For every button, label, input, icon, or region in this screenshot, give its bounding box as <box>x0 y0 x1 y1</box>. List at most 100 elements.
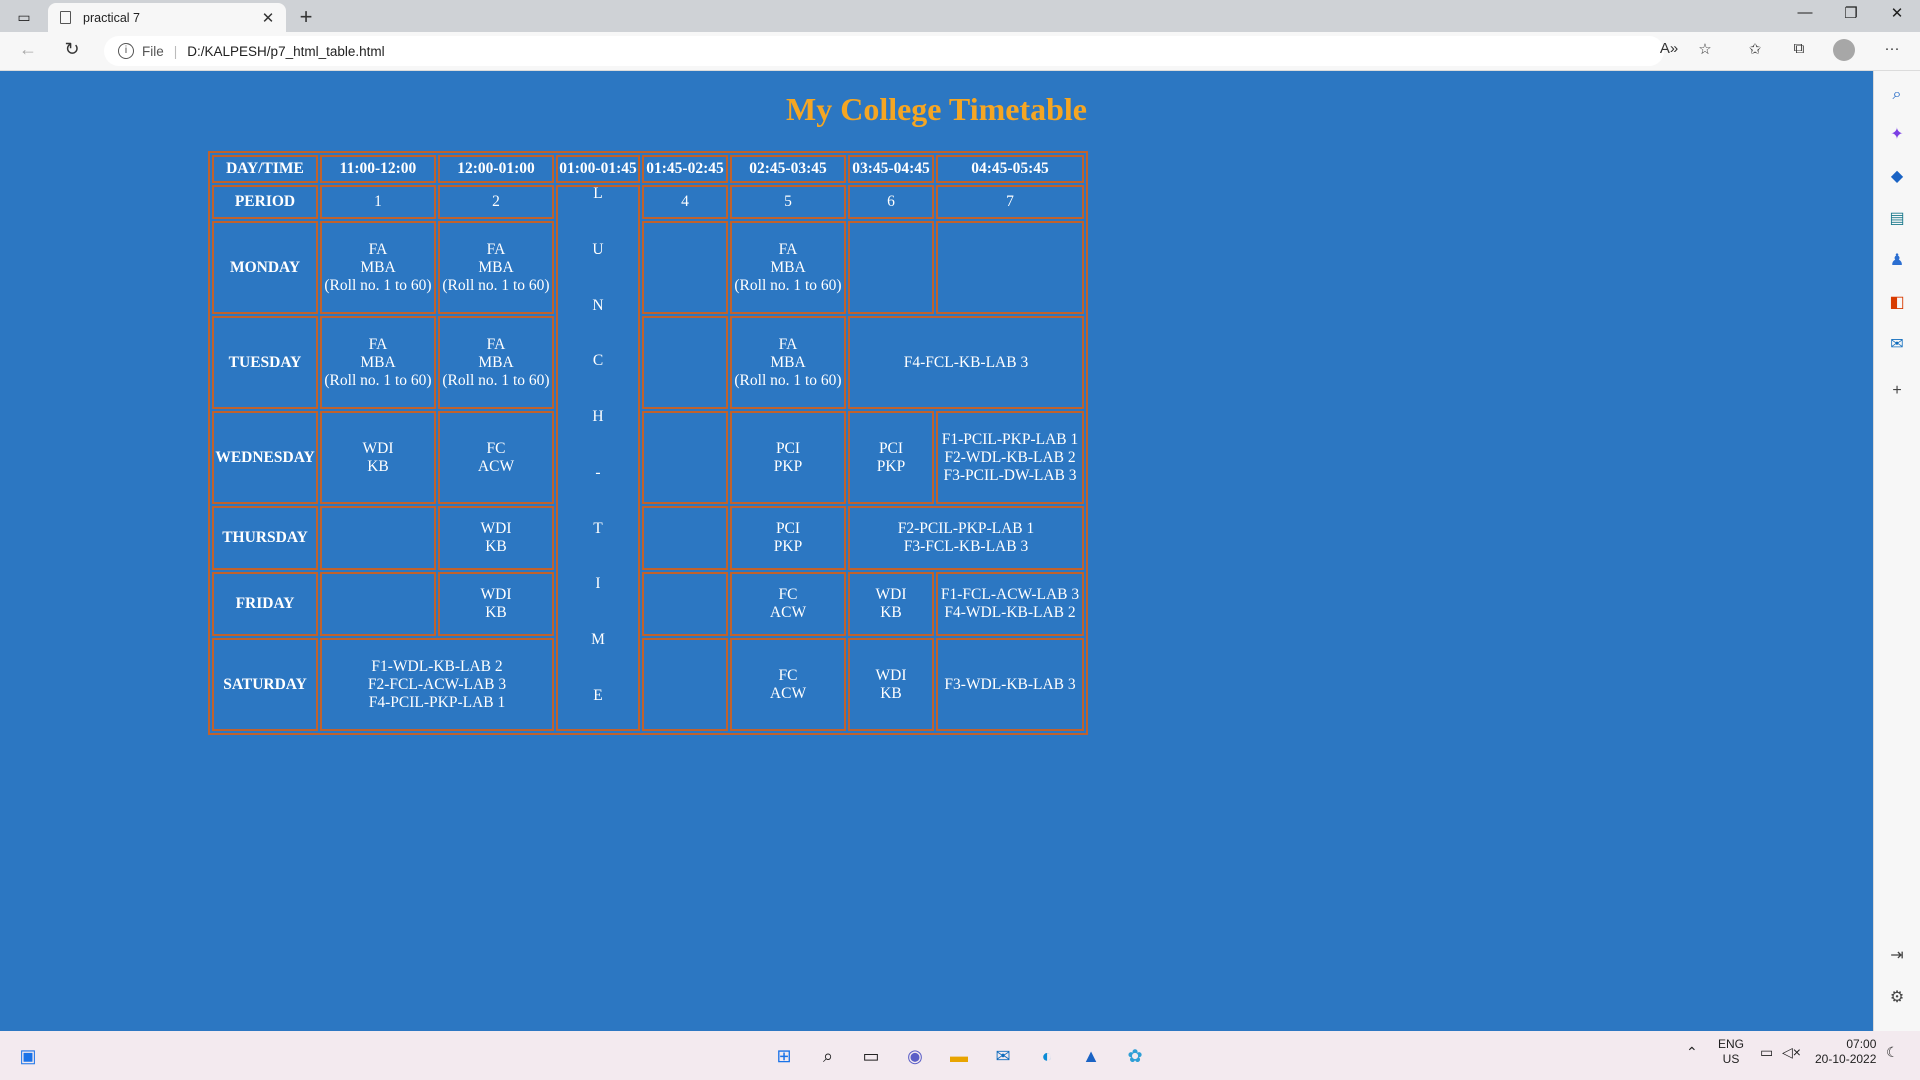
profile-avatar[interactable] <box>1833 39 1855 61</box>
add-favorite-icon[interactable]: ☆ <box>1692 40 1718 58</box>
wednesday-period-7: F1-PCIL-PKP-LAB 1 F2-WDL-KB-LAB 2 F3-PCI… <box>936 411 1084 504</box>
thursday-period-1 <box>320 506 436 570</box>
edge-icon[interactable]: ◐ <box>1034 1043 1060 1069</box>
cell-line: (Roll no. 1 to 60) <box>734 276 842 294</box>
day-monday: MONDAY <box>212 221 318 314</box>
site-info-icon[interactable]: i <box>118 43 134 59</box>
cell-line: (Roll no. 1 to 60) <box>442 276 550 294</box>
monday-period-7 <box>936 221 1084 314</box>
cell-line: MBA <box>360 353 396 371</box>
friday-period-6: WDI KB <box>848 572 934 636</box>
lunch-letter: C <box>592 352 604 370</box>
wednesday-period-1: WDI KB <box>320 411 436 504</box>
table-row-friday: FRIDAY WDI KB FC ACW WDI KB F1-FCL-ACW-L… <box>212 572 1084 636</box>
cell-line: PKP <box>773 457 803 475</box>
period-1: 1 <box>320 185 436 219</box>
language-indicator[interactable]: ENG US <box>1718 1037 1744 1067</box>
cell-line: KB <box>367 457 389 475</box>
day-friday: FRIDAY <box>212 572 318 636</box>
restore-button[interactable]: ❐ <box>1828 4 1874 22</box>
cell-line: PCI <box>878 439 904 457</box>
cell-line: MBA <box>360 258 396 276</box>
notifications-icon[interactable]: ☾ <box>1886 1045 1899 1060</box>
cell-line: FA <box>778 335 798 353</box>
favorites-icon[interactable]: ✩ <box>1742 40 1768 58</box>
period-label: PERIOD <box>212 185 318 219</box>
new-tab-button[interactable]: + <box>292 4 320 30</box>
search-icon[interactable]: ⌕ <box>815 1043 841 1069</box>
search-icon[interactable]: ⌕ <box>1885 83 1909 107</box>
cell-line: F4-PCIL-PKP-LAB 1 <box>368 693 506 711</box>
refresh-icon[interactable]: ↻ <box>58 39 86 60</box>
cell-line: WDI <box>875 666 907 684</box>
shopping-tag-icon[interactable]: ◆ <box>1885 165 1909 189</box>
clock-time: 07:00 <box>1846 1037 1877 1051</box>
clock-date: 20-10-2022 <box>1815 1052 1877 1066</box>
cell-line: KB <box>880 684 902 702</box>
friday-period-4 <box>642 572 728 636</box>
window-close-button[interactable]: ✕ <box>1874 4 1920 22</box>
header-time-5: 02:45-03:45 <box>730 155 846 183</box>
file-explorer-icon[interactable]: ▬ <box>946 1043 972 1069</box>
taskbar: ▣ ⊞ ⌕ ▭ ◉ ▬ ✉ ◐ ▲ ✿ ⌃ ENG US ▭ ◁× 07:00 … <box>0 1031 1920 1080</box>
tab-close-icon[interactable]: ✕ <box>258 9 278 27</box>
cell-line: ACW <box>769 604 807 621</box>
photos-icon[interactable]: ▲ <box>1078 1043 1104 1069</box>
address-separator: | <box>173 43 178 59</box>
minimize-button[interactable]: — <box>1782 4 1828 21</box>
tools-icon[interactable]: ▤ <box>1885 207 1909 231</box>
outlook-icon[interactable]: ✉ <box>1885 333 1909 357</box>
task-view-icon[interactable]: ▭ <box>858 1043 884 1069</box>
address-bar[interactable]: i File | D:/KALPESH/p7_html_table.html <box>104 36 1664 66</box>
add-sidebar-app-icon[interactable]: + <box>1885 379 1909 403</box>
friday-period-5: FC ACW <box>730 572 846 636</box>
read-aloud-icon[interactable]: A» <box>1656 40 1682 57</box>
cell-line: F1-PCIL-PKP-LAB 1 <box>941 430 1079 448</box>
volume-muted-icon[interactable]: ◁× <box>1782 1045 1801 1060</box>
friday-period-2: WDI KB <box>438 572 554 636</box>
discover-icon[interactable]: ✦ <box>1885 123 1909 147</box>
header-time-7: 04:45-05:45 <box>936 155 1084 183</box>
cell-line: F4-WDL-KB-LAB 2 <box>944 604 1076 621</box>
office-icon[interactable]: ◧ <box>1885 291 1909 315</box>
start-icon[interactable]: ⊞ <box>771 1043 797 1069</box>
clock[interactable]: 07:00 20-10-2022 <box>1815 1037 1876 1067</box>
cell-line: PCI <box>775 520 801 537</box>
widgets-icon[interactable]: ▣ <box>15 1043 41 1069</box>
cell-line: ACW <box>477 457 515 475</box>
chat-icon[interactable]: ◉ <box>902 1043 928 1069</box>
day-saturday: SATURDAY <box>212 638 318 731</box>
period-7: 7 <box>936 185 1084 219</box>
header-time-1: 11:00-12:00 <box>320 155 436 183</box>
lunch-letter: - <box>595 463 601 481</box>
tab-actions-icon[interactable]: ▭ <box>10 6 38 28</box>
day-tuesday: TUESDAY <box>212 316 318 409</box>
cell-line: MBA <box>478 258 514 276</box>
table-row-thursday: THURSDAY WDI KB PCI PKP F2-PCIL-PKP-LAB … <box>212 506 1084 570</box>
lunch-letter: E <box>593 686 603 704</box>
cell-line: F3-PCIL-DW-LAB 3 <box>943 466 1077 484</box>
app-icon[interactable]: ✿ <box>1122 1043 1148 1069</box>
wednesday-period-2: FC ACW <box>438 411 554 504</box>
collections-icon[interactable]: ⧉ <box>1786 40 1812 57</box>
monday-period-2: FA MBA (Roll no. 1 to 60) <box>438 221 554 314</box>
cell-line: F2-PCIL-PKP-LAB 1 <box>897 520 1035 537</box>
more-menu-icon[interactable]: ··· <box>1879 40 1905 57</box>
table-row-tuesday: TUESDAY FA MBA (Roll no. 1 to 60) FA MBA… <box>212 316 1084 409</box>
friday-period-7: F1-FCL-ACW-LAB 3 F4-WDL-KB-LAB 2 <box>936 572 1084 636</box>
games-icon[interactable]: ♟ <box>1885 249 1909 273</box>
back-arrow-icon[interactable]: ← <box>14 39 42 60</box>
lunch-letter: L <box>593 185 603 202</box>
sidebar-settings-icon[interactable]: ⚙ <box>1885 986 1909 1010</box>
browser-tab[interactable]: practical 7 ✕ <box>48 3 286 32</box>
tab-title: practical 7 <box>83 10 140 25</box>
mail-icon[interactable]: ✉ <box>990 1043 1016 1069</box>
show-hidden-icons-icon[interactable]: ⌃ <box>1686 1045 1698 1060</box>
cell-line: WDI <box>875 586 907 603</box>
tuesday-period-1: FA MBA (Roll no. 1 to 60) <box>320 316 436 409</box>
lunch-letter: U <box>592 240 604 258</box>
hide-sidebar-icon[interactable]: ⇥ <box>1885 944 1909 968</box>
network-icon[interactable]: ▭ <box>1760 1045 1773 1060</box>
cell-line: FA <box>368 240 388 258</box>
wednesday-period-6: PCI PKP <box>848 411 934 504</box>
